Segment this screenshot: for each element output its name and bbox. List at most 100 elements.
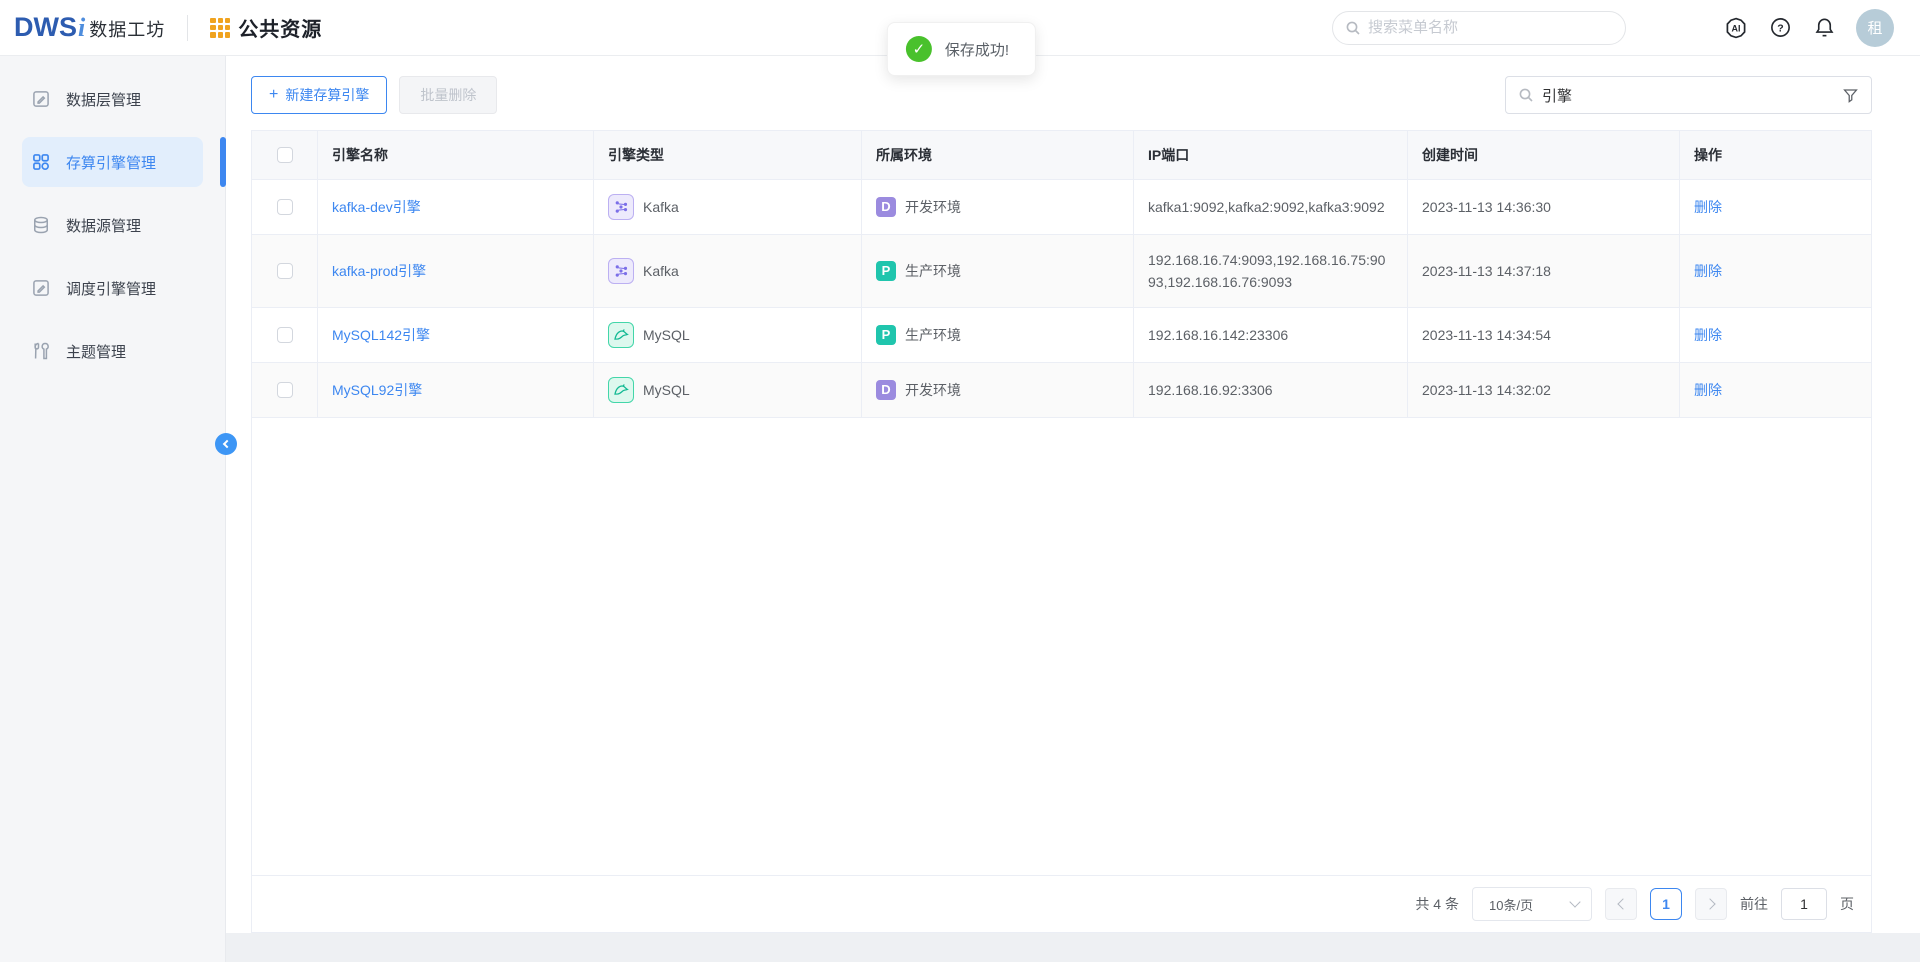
env-label: 生产环境 bbox=[905, 260, 961, 282]
batch-delete-button[interactable]: 批量删除 bbox=[399, 76, 497, 114]
table-panel: 引擎名称 引擎类型 所属环境 IP端口 创建时间 操作 kafka-dev引擎 bbox=[251, 130, 1872, 933]
created-time-cell: 2023-11-13 14:37:18 bbox=[1408, 235, 1680, 308]
col-header-type: 引擎类型 bbox=[594, 131, 862, 180]
select-all-checkbox[interactable] bbox=[277, 147, 293, 163]
sidebar-collapse-button[interactable] bbox=[215, 433, 237, 455]
sidebar-item-engine-mgmt[interactable]: 存算引擎管理 bbox=[22, 137, 203, 187]
col-header-ip: IP端口 bbox=[1134, 131, 1408, 180]
sidebar-item-datasource[interactable]: 数据源管理 bbox=[22, 200, 203, 250]
table-empty-space bbox=[252, 418, 1871, 875]
tools-icon bbox=[31, 341, 51, 361]
menu-search-box[interactable] bbox=[1332, 11, 1626, 45]
search-icon bbox=[1345, 20, 1361, 36]
ip-ports-cell: 192.168.16.74:9093,192.168.16.75:9093,19… bbox=[1134, 235, 1408, 308]
engine-name-link[interactable]: MySQL92引擎 bbox=[332, 379, 422, 401]
col-header-created: 创建时间 bbox=[1408, 131, 1680, 180]
logo-suffix: 数据工坊 bbox=[89, 16, 165, 42]
user-avatar[interactable]: 租 bbox=[1856, 9, 1894, 47]
svg-text:?: ? bbox=[1777, 22, 1783, 34]
goto-label: 前往 bbox=[1740, 894, 1768, 914]
sidebar-item-label: 数据源管理 bbox=[66, 215, 141, 236]
create-engine-label: 新建存算引擎 bbox=[285, 85, 369, 105]
toast-message: 保存成功! bbox=[945, 39, 1009, 60]
logo-i: i bbox=[78, 13, 85, 43]
chevron-down-icon bbox=[1569, 896, 1580, 907]
engine-type-label: MySQL bbox=[643, 379, 690, 401]
env-label: 开发环境 bbox=[905, 379, 961, 401]
filter-funnel-icon[interactable] bbox=[1842, 87, 1859, 104]
row-checkbox[interactable] bbox=[277, 199, 293, 215]
page-size-value: 10条/页 bbox=[1489, 895, 1533, 914]
table-filter-box[interactable] bbox=[1505, 76, 1872, 114]
table-filter-input[interactable] bbox=[1542, 87, 1834, 104]
created-time-cell: 2023-11-13 14:32:02 bbox=[1408, 363, 1680, 418]
sidebar-item-theme[interactable]: 主题管理 bbox=[22, 326, 203, 376]
plus-icon: + bbox=[269, 87, 278, 103]
created-time-cell: 2023-11-13 14:34:54 bbox=[1408, 308, 1680, 363]
env-badge: D bbox=[876, 380, 896, 400]
col-header-action: 操作 bbox=[1680, 131, 1871, 180]
delete-link[interactable]: 删除 bbox=[1694, 196, 1722, 218]
table-row: MySQL92引擎 MySQL bbox=[252, 363, 1871, 418]
engine-name-link[interactable]: MySQL142引擎 bbox=[332, 324, 430, 346]
goto-page-input[interactable] bbox=[1781, 888, 1827, 920]
table-header-row: 引擎名称 引擎类型 所属环境 IP端口 创建时间 操作 bbox=[252, 131, 1871, 180]
notification-bell-icon[interactable] bbox=[1812, 16, 1836, 40]
sidebar-item-scheduler[interactable]: 调度引擎管理 bbox=[22, 263, 203, 313]
row-checkbox[interactable] bbox=[277, 382, 293, 398]
kafka-icon bbox=[608, 258, 634, 284]
success-check-icon: ✓ bbox=[906, 36, 932, 62]
row-checkbox[interactable] bbox=[277, 263, 293, 279]
main-content: + 新建存算引擎 批量删除 引擎名称 引擎类型 所属环境 IP端口 创建时间 操… bbox=[226, 56, 1920, 933]
help-icon[interactable]: ? bbox=[1768, 16, 1792, 40]
delete-link[interactable]: 删除 bbox=[1694, 260, 1722, 282]
ai-assistant-icon[interactable]: AI bbox=[1724, 16, 1748, 40]
menu-search-input[interactable] bbox=[1368, 19, 1613, 36]
table-row: kafka-prod引擎 Kafka bbox=[252, 235, 1871, 308]
goto-suffix: 页 bbox=[1840, 894, 1854, 914]
logo-text: DWS bbox=[14, 12, 77, 43]
col-header-env: 所属环境 bbox=[862, 131, 1134, 180]
svg-text:AI: AI bbox=[1732, 23, 1741, 33]
next-page-button[interactable] bbox=[1695, 888, 1727, 920]
chevron-right-icon bbox=[1704, 898, 1715, 909]
delete-link[interactable]: 删除 bbox=[1694, 324, 1722, 346]
active-indicator bbox=[220, 137, 226, 187]
prev-page-button[interactable] bbox=[1605, 888, 1637, 920]
grid-icon bbox=[31, 152, 51, 172]
sidebar-item-label: 调度引擎管理 bbox=[66, 278, 156, 299]
env-label: 开发环境 bbox=[905, 196, 961, 218]
row-checkbox[interactable] bbox=[277, 327, 293, 343]
sidebar-item-label: 主题管理 bbox=[66, 341, 126, 362]
database-icon bbox=[31, 215, 51, 235]
total-count: 共 4 条 bbox=[1415, 894, 1459, 914]
engine-type-label: Kafka bbox=[643, 196, 679, 218]
header-divider bbox=[187, 15, 188, 41]
sidebar: 数据层管理 存算引擎管理 数据源管理 调度引擎管理 主题管理 bbox=[0, 56, 226, 962]
toolbar: + 新建存算引擎 批量删除 bbox=[251, 76, 1872, 114]
env-badge: D bbox=[876, 197, 896, 217]
pagination-bar: 共 4 条 10条/页 1 前往 页 bbox=[252, 875, 1871, 932]
chevron-left-icon bbox=[1617, 898, 1628, 909]
engine-name-link[interactable]: kafka-prod引擎 bbox=[332, 260, 426, 282]
edit-square-icon bbox=[31, 89, 51, 109]
engine-name-link[interactable]: kafka-dev引擎 bbox=[332, 196, 421, 218]
current-page-button[interactable]: 1 bbox=[1650, 888, 1682, 920]
env-badge: P bbox=[876, 261, 896, 281]
page-size-select[interactable]: 10条/页 bbox=[1472, 887, 1592, 921]
engine-type-label: MySQL bbox=[643, 324, 690, 346]
sidebar-item-label: 数据层管理 bbox=[66, 89, 141, 110]
env-badge: P bbox=[876, 325, 896, 345]
success-toast: ✓ 保存成功! bbox=[887, 22, 1036, 76]
apps-grid-icon bbox=[210, 18, 230, 38]
ip-ports-cell: kafka1:9092,kafka2:9092,kafka3:9092 bbox=[1134, 180, 1408, 235]
table-row: MySQL142引擎 MySQL bbox=[252, 308, 1871, 363]
avatar-text: 租 bbox=[1867, 17, 1882, 38]
ip-ports-cell: 192.168.16.92:3306 bbox=[1134, 363, 1408, 418]
sidebar-item-data-layer[interactable]: 数据层管理 bbox=[22, 74, 203, 124]
delete-link[interactable]: 删除 bbox=[1694, 379, 1722, 401]
create-engine-button[interactable]: + 新建存算引擎 bbox=[251, 76, 387, 114]
mysql-icon bbox=[608, 377, 634, 403]
table-body: kafka-dev引擎 Kafka bbox=[252, 180, 1871, 418]
mysql-icon bbox=[608, 322, 634, 348]
